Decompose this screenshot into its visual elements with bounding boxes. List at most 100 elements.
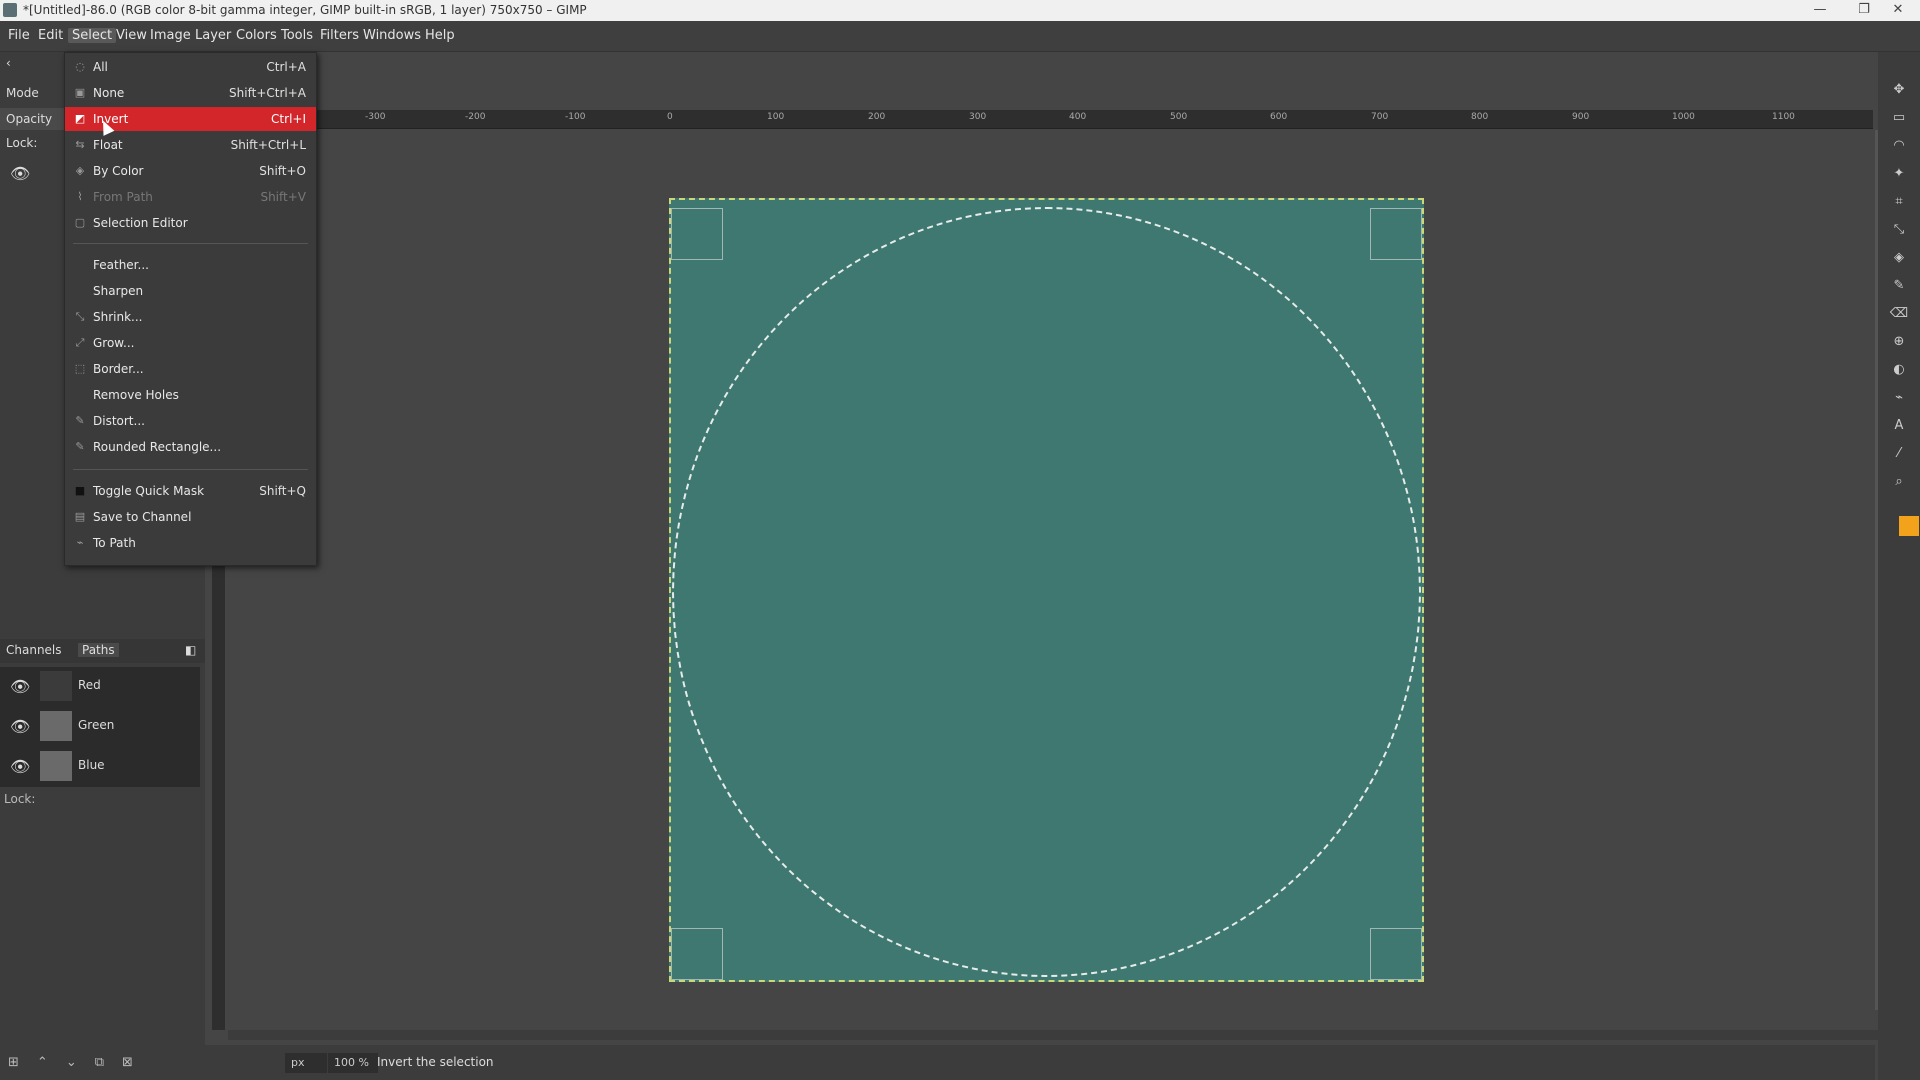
menu-item-float[interactable]: ⇆ Float Shift+Ctrl+L: [65, 133, 316, 157]
menu-item-shortcut: Ctrl+A: [266, 60, 306, 74]
rect-select-tool-icon[interactable]: ▭: [1888, 110, 1910, 125]
menu-item-label: From Path: [93, 190, 153, 204]
layer-visibility-eye-icon[interactable]: 👁: [10, 164, 30, 183]
menu-view[interactable]: View: [116, 28, 147, 43]
menu-item-rounded-rectangle[interactable]: ✎ Rounded Rectangle...: [65, 435, 316, 459]
channel-row-blue[interactable]: 👁 Blue: [0, 747, 200, 785]
foreground-color-swatch[interactable]: [1899, 516, 1919, 536]
menu-edit[interactable]: Edit: [38, 28, 63, 43]
menu-file[interactable]: File: [8, 28, 30, 43]
menu-item-save-to-channel[interactable]: ▤ Save to Channel: [65, 505, 316, 529]
menu-item-by-color[interactable]: ◈ By Color Shift+O: [65, 159, 316, 183]
paintbrush-icon[interactable]: ✎: [1888, 278, 1910, 293]
menu-item-shortcut: Shift+Ctrl+L: [230, 138, 306, 152]
menu-select[interactable]: Select: [68, 28, 117, 43]
eraser-icon[interactable]: ⌫: [1888, 306, 1910, 321]
unit-select[interactable]: px: [285, 1053, 327, 1073]
channel-name: Red: [78, 678, 101, 692]
eye-icon[interactable]: 👁: [10, 757, 30, 776]
delete-icon[interactable]: ⊠: [122, 1055, 151, 1070]
transform-handle-bottom-left[interactable]: [671, 928, 723, 980]
tab-paths[interactable]: Paths: [78, 643, 119, 657]
menu-windows[interactable]: Windows: [363, 28, 421, 43]
menu-item-all[interactable]: ◌ All Ctrl+A: [65, 55, 316, 79]
distort-icon: ✎: [75, 414, 85, 427]
minimize-button[interactable]: —: [1798, 0, 1842, 21]
ruler-tick: 800: [1471, 112, 1489, 122]
smudge-tool-icon[interactable]: ◐: [1888, 362, 1910, 377]
ruler-tick: -100: [565, 112, 586, 122]
menu-layer[interactable]: Layer: [195, 28, 231, 43]
menu-item-label: Toggle Quick Mask: [93, 484, 205, 498]
menu-colors[interactable]: Colors: [236, 28, 277, 43]
menu-help[interactable]: Help: [425, 28, 455, 43]
menu-tools[interactable]: Tools: [281, 28, 313, 43]
menu-filters[interactable]: Filters: [320, 28, 359, 43]
channel-thumbnail: [40, 671, 72, 701]
menu-item-distort[interactable]: ✎ Distort...: [65, 409, 316, 433]
menu-item-label: Remove Holes: [93, 388, 179, 402]
lasso-tool-icon[interactable]: ◠: [1888, 138, 1910, 153]
menu-item-feather[interactable]: Feather...: [65, 253, 316, 277]
image-canvas[interactable]: [669, 198, 1424, 982]
move-tool-icon[interactable]: ✥: [1888, 82, 1910, 97]
menu-item-label: Shrink...: [93, 310, 143, 324]
channel-thumbnail: [40, 711, 72, 741]
tab-channels[interactable]: Channels: [6, 643, 62, 657]
paths-tool-icon[interactable]: ⌁: [1888, 390, 1910, 405]
channel-row-green[interactable]: 👁 Green: [0, 707, 200, 745]
eye-icon[interactable]: 👁: [10, 677, 30, 696]
channel-name: Blue: [78, 758, 105, 772]
lock-label: Lock:: [6, 136, 38, 150]
duplicate-icon[interactable]: ⧉: [95, 1055, 122, 1070]
dock-config-icon[interactable]: ◧: [185, 643, 196, 657]
horizontal-scrollbar[interactable]: [228, 1030, 1878, 1040]
color-picker-icon[interactable]: ⁄: [1888, 446, 1910, 461]
ruler-tick: 100: [767, 112, 785, 122]
menu-item-toggle-quick-mask[interactable]: ■ Toggle Quick Mask Shift+Q: [65, 479, 316, 503]
raise-icon[interactable]: ⌃: [37, 1055, 66, 1070]
ruler-tick: 200: [868, 112, 886, 122]
crop-tool-icon[interactable]: ⌗: [1888, 194, 1910, 209]
layer-actions-toolbar: ⊞⌃⌄⧉⊠: [8, 1055, 151, 1070]
menu-item-grow[interactable]: ⤢ Grow...: [65, 331, 316, 355]
menu-separator: [73, 243, 308, 244]
by-color-icon: ◈: [75, 164, 85, 177]
transform-handle-bottom-right[interactable]: [1370, 928, 1422, 980]
close-button[interactable]: ✕: [1876, 0, 1920, 21]
fuzzy-select-icon[interactable]: ✦: [1888, 166, 1910, 181]
menu-item-border[interactable]: ⬚ Border...: [65, 357, 316, 381]
menu-item-label: Sharpen: [93, 284, 144, 298]
zoom-select[interactable]: 100 %: [328, 1053, 378, 1073]
ruler-tick: 1100: [1772, 112, 1795, 122]
chevron-left-icon[interactable]: ‹: [6, 56, 11, 70]
menu-separator: [73, 469, 308, 470]
menu-item-sharpen[interactable]: Sharpen: [65, 279, 316, 303]
bucket-fill-icon[interactable]: ◈: [1888, 250, 1910, 265]
transform-handle-top-left[interactable]: [671, 208, 723, 260]
menu-item-none[interactable]: ▣ None Shift+Ctrl+A: [65, 81, 316, 105]
channel-list: 👁 Red 👁 Green 👁 Blue: [0, 667, 200, 787]
ruler-tick: 500: [1170, 112, 1188, 122]
menu-image[interactable]: Image: [150, 28, 191, 43]
menu-item-shrink[interactable]: ⤡ Shrink...: [65, 305, 316, 329]
eye-icon[interactable]: 👁: [10, 717, 30, 736]
new-layer-icon[interactable]: ⊞: [8, 1055, 37, 1070]
menu-item-shortcut: Ctrl+I: [271, 112, 306, 126]
opacity-row[interactable]: Opacity: [0, 108, 64, 130]
menu-item-label: Grow...: [93, 336, 135, 350]
transform-tool-icon[interactable]: ⤡: [1888, 222, 1910, 237]
menubar: File Edit Select View Image Layer Colors…: [0, 21, 1920, 52]
menu-item-remove-holes[interactable]: Remove Holes: [65, 383, 316, 407]
ruler-tick: 300: [969, 112, 987, 122]
zoom-tool-icon[interactable]: ⌕: [1888, 474, 1910, 489]
menu-item-to-path[interactable]: ⌁ To Path: [65, 531, 316, 555]
channel-row-red[interactable]: 👁 Red: [0, 667, 200, 705]
lower-icon[interactable]: ⌄: [66, 1055, 95, 1070]
menu-item-label: Border...: [93, 362, 144, 376]
text-tool-icon[interactable]: A: [1888, 418, 1910, 433]
clone-tool-icon[interactable]: ⊕: [1888, 334, 1910, 349]
menu-item-selection-editor[interactable]: ▢ Selection Editor: [65, 211, 316, 235]
transform-handle-top-right[interactable]: [1370, 208, 1422, 260]
to-path-icon: ⌁: [76, 536, 84, 549]
